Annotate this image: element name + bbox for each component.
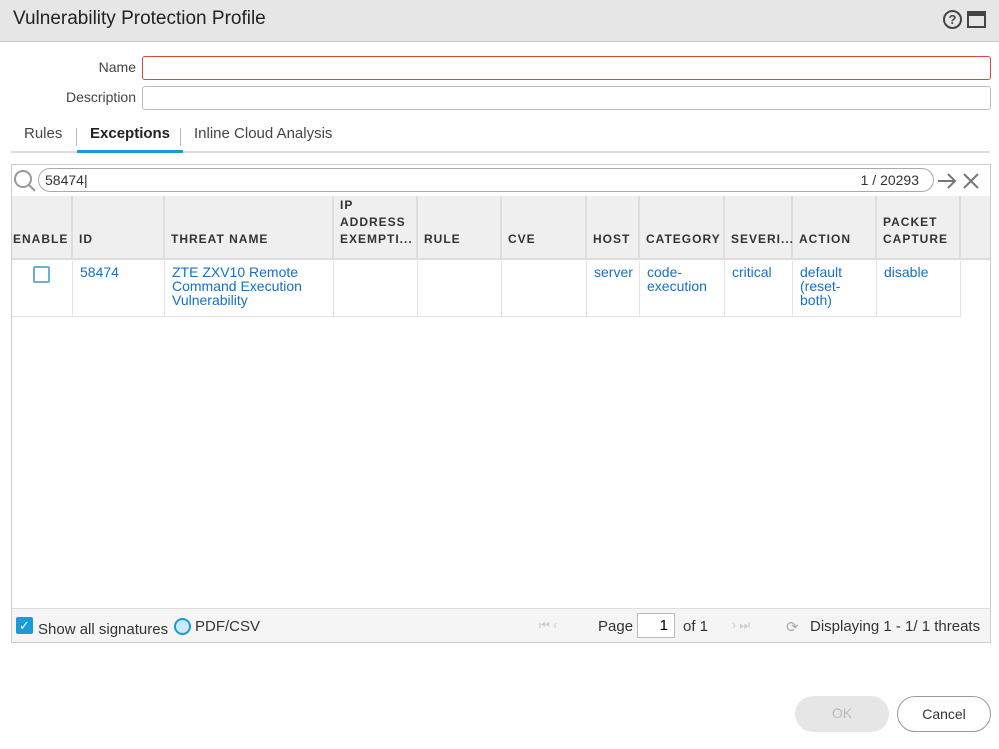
table-cell-category[interactable]: code-execution [640, 261, 725, 317]
table-cell-ip-address-exemption [334, 261, 418, 317]
tab-exceptions[interactable]: Exceptions [77, 125, 184, 153]
cancel-button[interactable]: Cancel [897, 696, 991, 732]
grid-footer: ✓ Show all signatures PDF/CSV ⏮ ‹ Page o… [12, 608, 990, 642]
column-header-id[interactable]: ID [73, 196, 165, 260]
column-header-label: ID [79, 232, 93, 246]
tab-bar: Rules Exceptions Inline Cloud Analysis [11, 120, 990, 153]
column-header-enable[interactable]: ENABLE [12, 196, 73, 260]
column-header-label: SEVERI... [731, 232, 795, 246]
table-cell-action[interactable]: default (reset-both) [793, 261, 877, 317]
pdf-icon[interactable] [174, 618, 191, 635]
page-total: of 1 [683, 618, 709, 635]
dialog-title: Vulnerability Protection Profile [13, 8, 266, 29]
help-icon[interactable]: ? [943, 10, 962, 29]
arrow-right-icon[interactable] [937, 172, 957, 190]
tab-rules[interactable]: Rules [24, 125, 62, 142]
column-header-label: CATEGORY [646, 232, 721, 246]
column-header-severity[interactable]: SEVERI... [725, 196, 793, 260]
table-cell-cve [502, 261, 587, 317]
description-input[interactable] [142, 86, 991, 110]
search-icon [14, 170, 36, 192]
next-page-icon[interactable]: › ⏭ [732, 618, 750, 633]
column-header-category[interactable]: CATEGORY [640, 196, 725, 260]
show-all-label: Show all signatures [38, 621, 169, 638]
search-count: 1 / 20293 [860, 172, 919, 188]
show-all-checkbox[interactable]: ✓ [16, 617, 33, 634]
ok-button[interactable]: OK [795, 696, 889, 732]
search-value: 58474 [45, 172, 84, 188]
tab-inline-cloud-analysis[interactable]: Inline Cloud Analysis [194, 125, 332, 142]
column-header-rule[interactable]: RULE [418, 196, 502, 260]
column-header-filler [961, 196, 990, 260]
maximize-icon[interactable] [967, 11, 986, 28]
table-cell-severity[interactable]: critical [725, 261, 793, 317]
column-header-label: CVE [508, 232, 536, 246]
column-header-host[interactable]: HOST [587, 196, 640, 260]
table-cell-id[interactable]: 58474 [73, 261, 165, 317]
column-header-label: IP ADDRESS EXEMPTI... [340, 198, 413, 246]
name-input[interactable] [142, 56, 991, 80]
page-input[interactable] [637, 613, 675, 638]
column-header-label: RULE [424, 232, 461, 246]
column-header-action[interactable]: ACTION [793, 196, 877, 260]
table-row-cell-enable [12, 261, 73, 317]
close-icon[interactable] [962, 172, 980, 190]
table-cell-threat-name[interactable]: ZTE ZXV10 Remote Command Execution Vulne… [165, 261, 334, 317]
column-header-threat-name[interactable]: THREAT NAME [165, 196, 334, 260]
column-header-label: HOST [593, 232, 631, 246]
column-header-packet-capture[interactable]: PACKET CAPTURE [877, 196, 961, 260]
search-input[interactable]: 58474| 1 / 20293 [38, 168, 934, 192]
page-label: Page [598, 618, 634, 635]
title-bar: Vulnerability Protection Profile ? [0, 0, 999, 42]
column-header-label: ENABLE [13, 232, 69, 246]
column-header-label: THREAT NAME [171, 232, 269, 246]
column-header-label: ACTION [799, 232, 851, 246]
refresh-icon[interactable]: ⟳ [786, 618, 799, 636]
enable-checkbox[interactable] [33, 266, 50, 283]
table-cell-packet-capture[interactable]: disable [877, 261, 961, 317]
name-label: Name [98, 59, 136, 75]
display-count: Displaying 1 - 1/ 1 threats [810, 618, 981, 635]
first-page-icon[interactable]: ⏮ ‹ [539, 618, 557, 633]
column-header-label: PACKET CAPTURE [883, 215, 949, 246]
table-cell-host[interactable]: server [587, 261, 640, 317]
pdf-csv-button[interactable]: PDF/CSV [195, 618, 260, 635]
column-header-cve[interactable]: CVE [502, 196, 587, 260]
description-label: Description [65, 89, 136, 105]
column-header-ip-address-exemption[interactable]: IP ADDRESS EXEMPTI... [334, 196, 418, 260]
table-cell-rule [418, 261, 502, 317]
